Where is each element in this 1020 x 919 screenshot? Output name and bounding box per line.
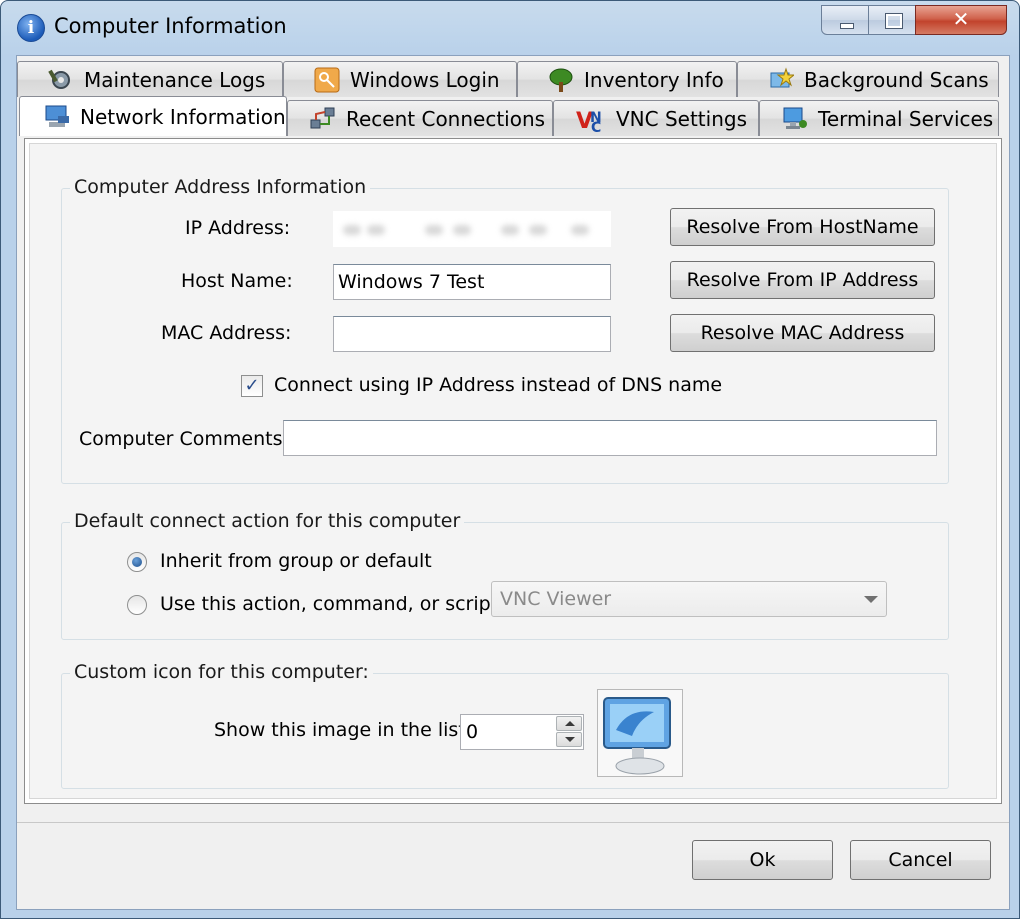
ok-button[interactable]: Ok	[692, 840, 833, 880]
key-icon	[314, 67, 340, 92]
svg-text:C: C	[591, 120, 601, 132]
ip-address-field[interactable]	[333, 211, 611, 247]
computer-comments-label: Computer Comments:	[79, 428, 289, 450]
show-image-label: Show this image in the list:	[214, 719, 473, 741]
window-title: Computer Information	[54, 14, 287, 38]
network-computer-icon	[45, 105, 69, 127]
host-name-field[interactable]: Windows 7 Test	[333, 264, 611, 300]
resolve-from-hostname-button[interactable]: Resolve From HostName	[670, 208, 935, 246]
tree-icon	[549, 68, 573, 92]
resolve-from-ip-button[interactable]: Resolve From IP Address	[670, 261, 935, 299]
group-title: Default connect action for this computer	[70, 510, 465, 532]
info-icon: i	[17, 14, 45, 42]
scan-star-icon	[770, 66, 794, 87]
tab-label: Network Information	[80, 104, 286, 129]
inherit-radio[interactable]	[127, 552, 147, 572]
tab-label: Background Scans	[804, 67, 989, 92]
chevron-down-icon	[864, 596, 878, 603]
tab-label: Windows Login	[350, 67, 500, 92]
connect-using-ip-label[interactable]: Connect using IP Address instead of DNS …	[274, 374, 722, 396]
maximize-icon	[885, 13, 903, 29]
vnc-icon: V N C	[576, 109, 602, 132]
close-button[interactable]: ✕	[915, 5, 1007, 35]
mac-address-field[interactable]	[333, 316, 611, 352]
connect-using-ip-checkbox[interactable]: ✓	[241, 375, 263, 397]
tab-windows-login[interactable]: Windows Login	[283, 61, 517, 97]
maximize-button[interactable]	[868, 5, 916, 35]
computer-comments-field[interactable]	[283, 420, 937, 456]
image-index-value: 0	[466, 721, 479, 743]
title-bar[interactable]: i Computer Information ✕	[1, 1, 1019, 55]
spinner-buttons	[556, 716, 582, 748]
tab-vnc-settings[interactable]: V N C VNC Settings	[553, 100, 759, 136]
computer-information-window: i Computer Information ✕ Maintenance Log…	[0, 0, 1020, 919]
action-combo-value: VNC Viewer	[500, 588, 612, 610]
ip-address-label: IP Address:	[185, 217, 291, 239]
resolve-mac-address-button[interactable]: Resolve MAC Address	[670, 314, 935, 352]
tab-maintenance-logs[interactable]: Maintenance Logs	[17, 61, 283, 97]
group-title: Custom icon for this computer:	[70, 661, 373, 683]
tab-inventory-info[interactable]: Inventory Info	[517, 61, 737, 97]
tab-background-scans[interactable]: Background Scans	[737, 61, 999, 97]
minimize-button[interactable]	[821, 5, 869, 35]
custom-action-radio[interactable]	[127, 595, 147, 615]
wrench-gear-icon	[48, 69, 70, 89]
close-icon: ✕	[952, 7, 970, 31]
spin-down-icon[interactable]	[556, 732, 582, 747]
tab-label: Inventory Info	[584, 67, 724, 92]
computer-monitor-icon	[603, 697, 671, 775]
host-name-label: Host Name:	[181, 270, 293, 292]
group-title: Computer Address Information	[70, 176, 371, 198]
inherit-option-label[interactable]: Inherit from group or default	[160, 550, 432, 572]
tab-label: VNC Settings	[616, 106, 747, 131]
tab-terminal-services[interactable]: Terminal Services	[759, 100, 999, 136]
action-combo[interactable]: VNC Viewer	[491, 581, 887, 617]
tab-label: Maintenance Logs	[84, 67, 266, 92]
terminal-monitor-icon	[783, 107, 807, 129]
tab-network-information[interactable]: Network Information	[19, 96, 287, 136]
radio-selected-dot	[132, 557, 142, 567]
tab-label: Recent Connections	[346, 106, 546, 131]
connections-icon	[310, 107, 335, 128]
mac-address-label: MAC Address:	[161, 322, 292, 344]
custom-action-option-label[interactable]: Use this action, command, or script:	[160, 593, 505, 615]
tab-label: Terminal Services	[818, 106, 994, 131]
cancel-button[interactable]: Cancel	[850, 840, 991, 880]
tab-recent-connections[interactable]: Recent Connections	[287, 100, 553, 136]
computer-image-preview	[597, 689, 683, 777]
footer-separator	[17, 822, 1009, 823]
minimize-icon	[840, 23, 854, 29]
image-index-spinner[interactable]: 0	[460, 714, 584, 750]
spin-up-icon[interactable]	[556, 716, 582, 731]
